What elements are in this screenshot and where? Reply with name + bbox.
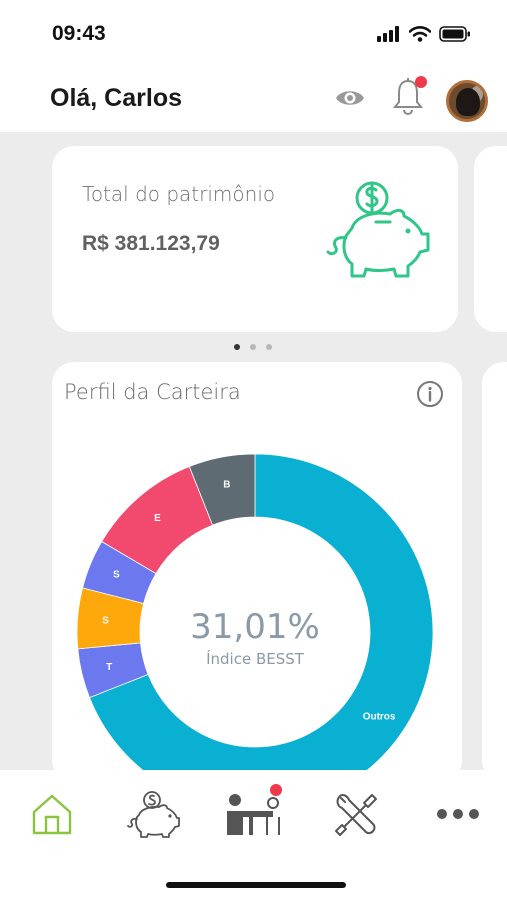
perfil-carteira-card[interactable]: Perfil da Carteira Outros T S S E B 31,01% Ín… (52, 362, 462, 770)
carousel-pagination (234, 344, 272, 350)
battery-icon (439, 26, 470, 42)
total-patrimonio-card[interactable]: Total do patrimônio R$ 381.123,79 (52, 146, 458, 332)
page-dot-2[interactable] (250, 344, 256, 350)
tab-advisor[interactable] (224, 784, 284, 842)
greeting-title: Olá, Carlos (50, 84, 182, 112)
next-card-peek[interactable] (482, 362, 507, 770)
page-dot-1[interactable] (234, 344, 240, 350)
total-label: Total do patrimônio (82, 182, 276, 206)
total-value: R$ 381.123,79 (82, 232, 220, 255)
donut-center-label: Índice BESST (206, 649, 305, 668)
app-header: Olá, Carlos (0, 64, 507, 132)
wifi-icon (409, 26, 431, 42)
eye-icon (336, 91, 364, 105)
piggy-bank-icon (127, 791, 180, 838)
more-dots-icon (437, 809, 479, 819)
toggle-visibility-button[interactable] (334, 86, 366, 110)
status-bar: 09:43 (0, 0, 507, 64)
home-indicator[interactable] (166, 882, 346, 888)
notifications-button[interactable] (391, 76, 427, 116)
tab-more[interactable] (428, 786, 488, 842)
donut-slice-label-1: T (106, 662, 112, 673)
avatar[interactable] (446, 80, 488, 122)
donut-slice-label-5: B (223, 480, 230, 491)
next-card-peek[interactable] (474, 146, 507, 332)
tab-home[interactable] (22, 786, 82, 842)
donut-slice-label-0: Outros (363, 711, 396, 722)
card-title: Perfil da Carteira (64, 380, 241, 404)
dashboard-content[interactable]: Total do patrimônio R$ 381.123,79 Perfil… (0, 132, 507, 770)
status-time: 09:43 (52, 22, 106, 45)
donut-slice-label-3: S (113, 570, 120, 581)
tools-icon (335, 794, 377, 836)
donut-center-value: 31,01% (190, 607, 320, 647)
home-icon (32, 794, 72, 835)
signal-icon (377, 26, 399, 42)
tab-investments[interactable] (124, 786, 184, 842)
tab-tools[interactable] (326, 786, 386, 842)
page-dot-3[interactable] (266, 344, 272, 350)
piggy-bank-dollar-icon (326, 181, 430, 278)
status-icons (377, 24, 471, 44)
advisor-desk-icon (227, 794, 280, 835)
donut-slice-label-4: E (154, 513, 161, 524)
advisor-badge (270, 784, 282, 796)
bottom-tab-bar (0, 770, 507, 900)
notification-badge (415, 76, 427, 88)
donut-slice-label-2: S (102, 615, 109, 626)
besst-donut-chart: Outros T S S E B 31,01% Índice BESST (76, 453, 434, 770)
